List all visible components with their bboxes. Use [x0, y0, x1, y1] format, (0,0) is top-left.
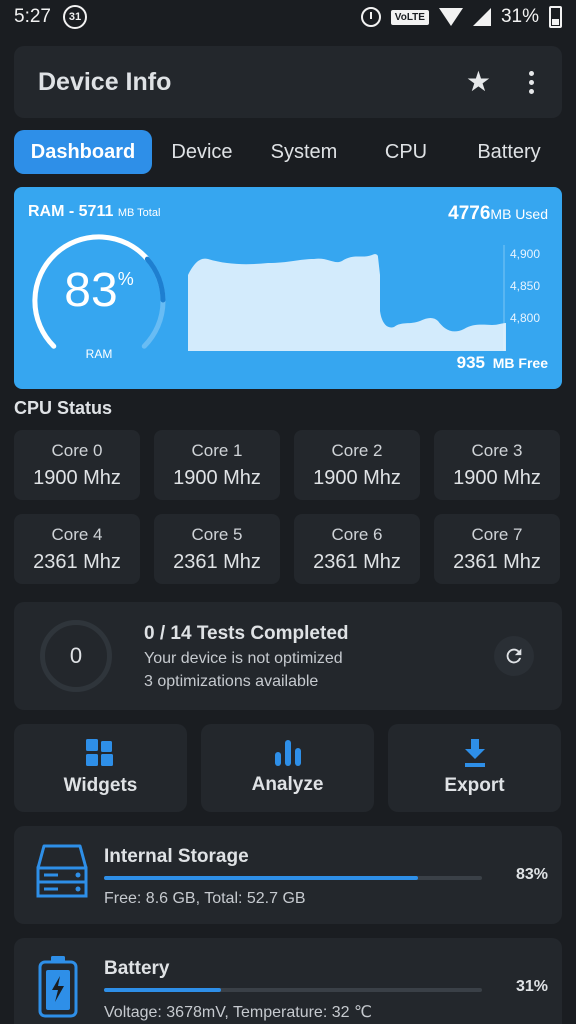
app-title: Device Info	[38, 67, 172, 96]
ram-percent-sign: %	[117, 269, 134, 289]
tests-card[interactable]: 0 0 / 14 Tests Completed Your device is …	[14, 602, 562, 710]
battery-icon	[38, 956, 78, 1018]
tests-optimizations-line: 3 optimizations available	[144, 673, 319, 690]
battery-progress-bar	[104, 988, 482, 992]
battery-status-icon	[549, 6, 562, 28]
ram-card[interactable]: RAM - 5711 MB Total 4776MB Used 83% RAM …	[14, 187, 562, 389]
action-buttons: Widgets Analyze Export	[14, 724, 562, 812]
calendar-icon: 31	[62, 5, 87, 29]
analyze-button[interactable]: Analyze	[201, 724, 374, 812]
core-name: Core 7	[471, 524, 523, 544]
core-frequency: 1900 Mhz	[313, 466, 401, 489]
export-label: Export	[444, 775, 505, 796]
tab-device[interactable]: Device	[152, 130, 252, 174]
storage-icon	[36, 844, 88, 898]
tick-label: 4,800	[510, 311, 541, 325]
wifi-icon	[438, 8, 463, 26]
core-tile[interactable]: Core 6 2361 Mhz	[294, 514, 420, 584]
more-vert-icon[interactable]	[525, 70, 538, 94]
signal-icon	[472, 8, 491, 26]
core-name: Core 4	[51, 524, 103, 544]
core-frequency: 1900 Mhz	[453, 466, 541, 489]
download-icon	[464, 739, 485, 767]
tab-dashboard[interactable]: Dashboard	[14, 130, 152, 174]
core-tile[interactable]: Core 0 1900 Mhz	[14, 430, 140, 500]
battery-card[interactable]: Battery 31% Voltage: 3678mV, Temperature…	[14, 938, 562, 1024]
tests-title: 0 / 14 Tests Completed	[144, 623, 349, 644]
core-tile[interactable]: Core 4 2361 Mhz	[14, 514, 140, 584]
core-tile[interactable]: Core 5 2361 Mhz	[154, 514, 280, 584]
storage-progress-fill	[104, 876, 418, 880]
ram-used-suffix: MB Used	[490, 206, 548, 222]
ram-used-label: 4776MB Used	[448, 203, 548, 225]
volte-icon: VoLTE	[390, 9, 429, 25]
core-frequency: 2361 Mhz	[173, 550, 261, 573]
core-frequency: 2361 Mhz	[453, 550, 541, 573]
core-name: Core 1	[191, 440, 243, 460]
ram-percent: 83%	[26, 263, 172, 318]
ram-free-label: 935 MB Free	[457, 353, 548, 373]
cpu-cores-grid: Core 0 1900 Mhz Core 1 1900 Mhz Core 2 1900…	[14, 430, 562, 584]
core-name: Core 2	[331, 440, 383, 460]
core-tile[interactable]: Core 3 1900 Mhz	[434, 430, 560, 500]
tests-progress-ring: 0	[40, 620, 112, 692]
star-icon[interactable]: ★	[466, 68, 491, 96]
core-frequency: 2361 Mhz	[33, 550, 121, 573]
tab-system[interactable]: System	[252, 130, 356, 174]
core-name: Core 6	[331, 524, 383, 544]
core-name: Core 3	[471, 440, 523, 460]
export-button[interactable]: Export	[388, 724, 561, 812]
core-name: Core 0	[51, 440, 103, 460]
ram-used-value: 4776	[448, 203, 491, 224]
core-tile[interactable]: Core 1 1900 Mhz	[154, 430, 280, 500]
core-tile[interactable]: Core 2 1900 Mhz	[294, 430, 420, 500]
storage-details: Free: 8.6 GB, Total: 52.7 GB	[104, 890, 306, 907]
core-frequency: 1900 Mhz	[173, 466, 261, 489]
tick-label: 4,850	[510, 279, 541, 293]
ram-total-label: RAM - 5711 MB Total	[28, 203, 160, 221]
widgets-label: Widgets	[63, 775, 138, 796]
tests-status-line: Your device is not optimized	[144, 650, 343, 667]
tab-cpu[interactable]: CPU	[356, 130, 456, 174]
tab-battery[interactable]: Battery	[456, 130, 562, 174]
status-time: 5:27	[14, 6, 51, 27]
ram-percent-value: 83	[64, 264, 118, 317]
ram-free-suffix: MB Free	[492, 355, 548, 371]
cpu-status-title: CPU Status	[14, 398, 113, 418]
widgets-icon	[85, 739, 113, 766]
ram-gauge: 83% RAM	[26, 233, 172, 363]
analyze-label: Analyze	[251, 774, 324, 795]
alarm-icon	[360, 7, 381, 27]
tab-bar: Dashboard Device System CPU Battery	[14, 130, 576, 174]
ram-usage-graph	[188, 245, 506, 351]
battery-progress-fill	[104, 988, 222, 992]
core-tile[interactable]: Core 7 2361 Mhz	[434, 514, 560, 584]
storage-progress-bar	[104, 876, 482, 880]
battery-percent-value: 31%	[515, 978, 548, 995]
ram-total-value: RAM - 5711	[28, 203, 114, 220]
battery-details: Voltage: 3678mV, Temperature: 32 ℃	[104, 1004, 372, 1021]
status-bar: 5:27 31 VoLTE 31%	[0, 0, 576, 34]
battery-percent: 31%	[500, 6, 539, 27]
tick-label: 4,900	[510, 247, 541, 261]
storage-percent: 83%	[515, 866, 548, 883]
battery-title: Battery	[104, 958, 170, 979]
ram-gauge-label: RAM	[85, 347, 113, 361]
widgets-button[interactable]: Widgets	[14, 724, 187, 812]
refresh-icon[interactable]	[494, 636, 534, 676]
ram-total-suffix: MB Total	[117, 207, 161, 219]
core-name: Core 5	[191, 524, 243, 544]
core-frequency: 1900 Mhz	[33, 466, 121, 489]
bar-chart-icon	[274, 740, 301, 766]
storage-card[interactable]: Internal Storage 83% Free: 8.6 GB, Total…	[14, 826, 562, 924]
core-frequency: 2361 Mhz	[313, 550, 401, 573]
ram-free-value: 935	[456, 353, 485, 372]
storage-title: Internal Storage	[104, 846, 249, 867]
app-bar: Device Info ★	[14, 46, 562, 118]
